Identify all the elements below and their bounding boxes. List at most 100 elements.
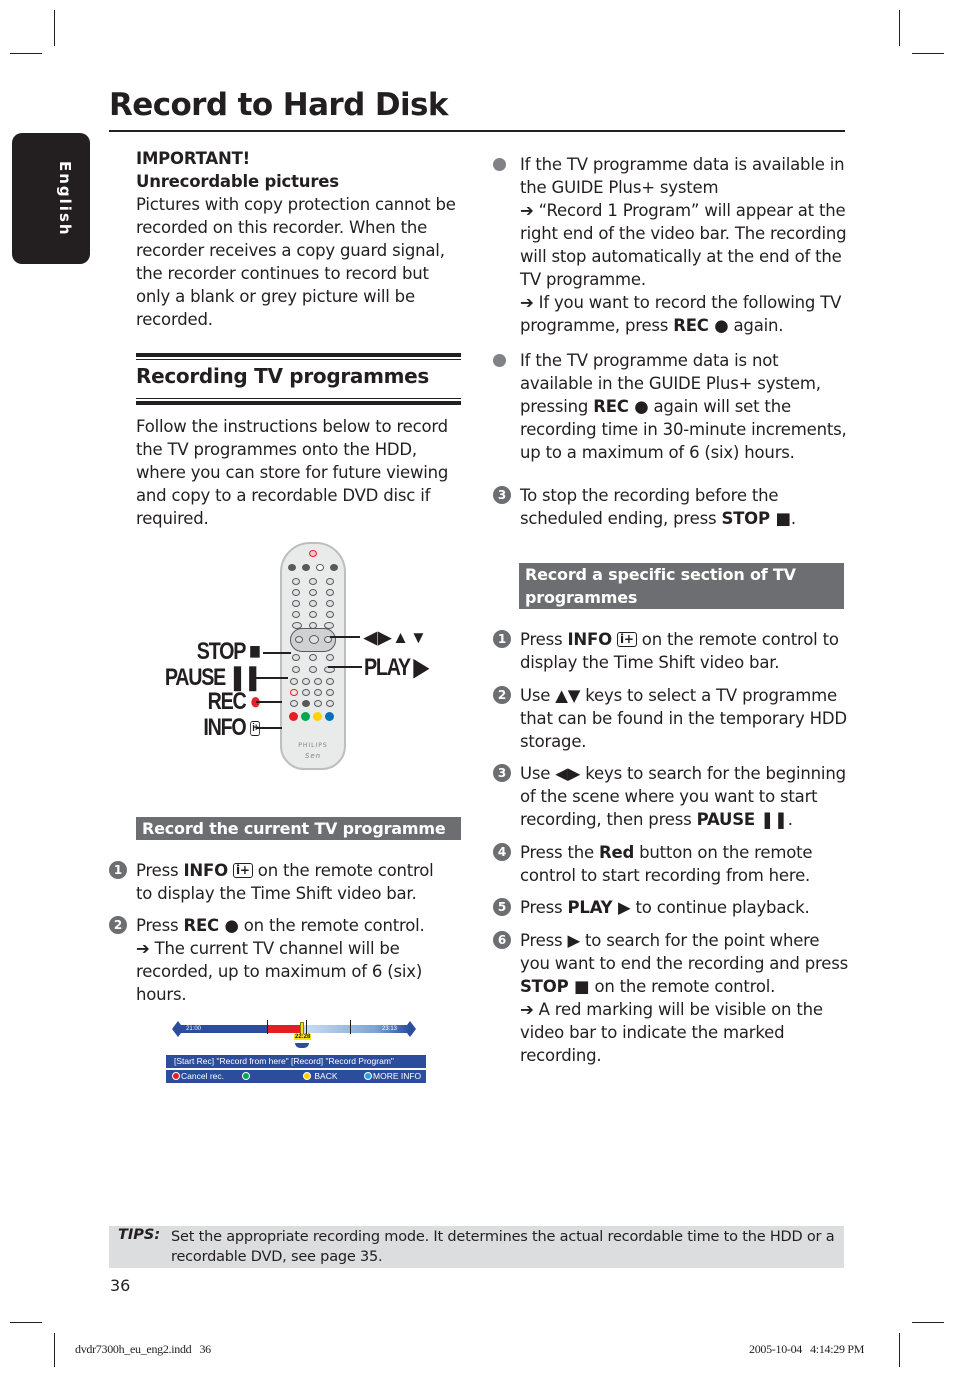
record-section-header: Record a specific section of TV programm… [519, 563, 844, 609]
crop-mark [899, 1333, 900, 1367]
timeline-tick [350, 1020, 351, 1034]
digit-button [326, 600, 334, 607]
important-body: Pictures with copy protection cannot be … [136, 195, 456, 329]
cancel-rec-option: Cancel rec. [172, 1070, 224, 1083]
back-option: BACK [303, 1070, 338, 1083]
bullet-result: ➔ “Record 1 Program” will appear at the … [520, 201, 847, 289]
step-number: 2 [109, 916, 127, 934]
end-time: 23:13 [382, 1026, 398, 1032]
step-result: ➔ The current TV channel will be recorde… [136, 939, 423, 1004]
yellow-button [313, 712, 322, 721]
ok-button [309, 635, 319, 644]
digit-button [326, 578, 334, 585]
arrows-label: ◀▶▲▼ [364, 628, 428, 647]
yellow-dot-icon [303, 1072, 311, 1080]
stop-recording-step: 3 To stop the recording before the sched… [493, 484, 848, 530]
sense-logo: Sen [304, 752, 322, 760]
pause-leader [256, 677, 288, 679]
time-shift-video-bar: 21:00 23:13 22:28 [Start Rec] "Record fr… [166, 1018, 426, 1084]
record-current-step-2: 2 Press REC ● on the remote control. ➔ Th… [109, 914, 454, 1006]
info-label: INFO i+ [203, 716, 260, 740]
play-icon: ▶ [413, 654, 429, 681]
important-subheading: Unrecordable pictures [136, 172, 339, 191]
blue-dot-icon [364, 1072, 372, 1080]
rec-leader [256, 701, 282, 703]
bullet-icon [493, 158, 506, 171]
digit-button [292, 611, 300, 618]
remote-control-figure: PHILIPS Sen STOP ■ PAUSE ❚❚ REC ● INFO i… [150, 540, 460, 775]
title-rule [109, 130, 845, 132]
digit-button [292, 600, 300, 607]
record-section-step-3: 3 Use ◀▶ keys to search for the beginnin… [493, 762, 848, 831]
info-button [290, 700, 298, 707]
start-time: 21:00 [186, 1026, 202, 1032]
crop-mark [10, 1322, 42, 1323]
slug-filename: dvdr7300h_eu_eng2.indd 36 [75, 1342, 211, 1356]
step-number: 5 [493, 898, 511, 916]
info-icon: i+ [616, 632, 637, 647]
remote-button [314, 678, 322, 685]
record-section-step-2: 2 Use ▲▼ keys to select a TV programme t… [493, 684, 848, 753]
section-title: Recording TV programmes [136, 364, 430, 388]
remote-control: PHILIPS Sen [280, 542, 346, 770]
green-button [301, 712, 310, 721]
remote-button [302, 564, 310, 571]
remote-button [302, 689, 310, 696]
crop-mark [10, 53, 42, 54]
more-info-option: MORE INFO [364, 1070, 421, 1083]
play-button [309, 666, 317, 673]
tips-box: TIPS: Set the appropriate recording mode… [109, 1226, 844, 1268]
stop-icon: ■ [249, 638, 261, 665]
rec-button [290, 689, 298, 696]
crop-mark [54, 1333, 55, 1367]
digit-button [292, 589, 300, 596]
important-note: IMPORTANT! Unrecordable pictures Picture… [136, 147, 466, 331]
bullet-result: ➔ If you want to record the following TV… [520, 293, 842, 335]
tips-label: TIPS: [118, 1227, 161, 1243]
step-number: 4 [493, 843, 511, 861]
remote-button [290, 678, 298, 685]
step-number: 6 [493, 931, 511, 949]
record-current-header: Record the current TV programme [136, 817, 461, 840]
remote-button [326, 654, 334, 661]
digit-button [292, 578, 300, 585]
info-icon: i+ [232, 863, 253, 878]
crop-mark [899, 10, 900, 46]
recording-marker [268, 1025, 302, 1033]
section-rule-bottom [136, 401, 461, 405]
stop-label: STOP ■ [197, 638, 261, 665]
remote-button [302, 678, 310, 685]
section-intro: Follow the instructions below to record … [136, 417, 449, 528]
down-arrow-button [309, 654, 317, 661]
brand-logo: PHILIPS [298, 742, 328, 749]
blue-button [325, 712, 334, 721]
record-section-step-5: 5 Press PLAY ▶ to continue playback. [493, 896, 848, 919]
timeline-tick [306, 1020, 307, 1034]
digit-button [309, 611, 317, 618]
step-number: 2 [493, 686, 511, 704]
remote-button [316, 564, 324, 571]
navigation-ring [290, 628, 336, 652]
step-number: 1 [109, 861, 127, 879]
pause-button [292, 666, 300, 673]
left-arrow-button [295, 636, 303, 643]
play-label: PLAY ▶ [364, 654, 429, 681]
remote-button [302, 700, 310, 707]
step-number: 1 [493, 630, 511, 648]
red-dot-icon [172, 1072, 180, 1080]
stop-button [292, 654, 300, 661]
green-dot-icon [242, 1072, 250, 1080]
current-time: 22:28 [294, 1034, 312, 1040]
record-current-step-1: 1 Press INFO i+ on the remote control to… [109, 859, 454, 905]
digit-button [309, 600, 317, 607]
remote-button [326, 689, 334, 696]
section-rule-top [136, 353, 461, 357]
crop-mark [54, 10, 55, 46]
stop-leader [263, 652, 291, 654]
digit-button [309, 578, 317, 585]
rec-label: REC ● [207, 688, 261, 715]
remote-button [330, 564, 338, 571]
page-number: 36 [110, 1276, 131, 1295]
red-button [289, 712, 298, 721]
tips-text: Set the appropriate recording mode. It d… [171, 1229, 835, 1265]
